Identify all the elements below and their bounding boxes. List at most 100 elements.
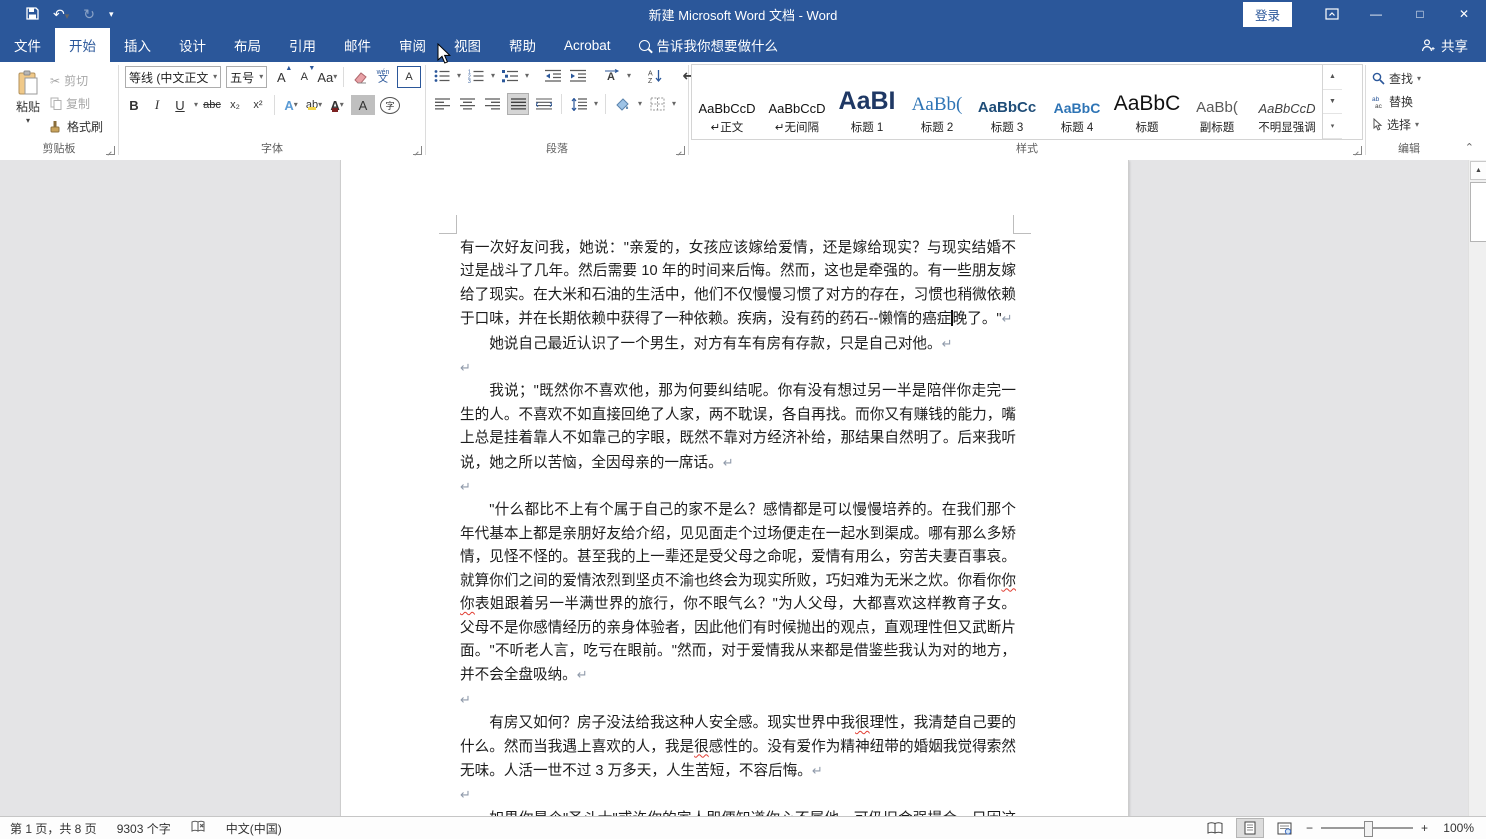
language-status[interactable]: 中文(中国) <box>216 820 292 837</box>
shading-button[interactable] <box>613 94 633 114</box>
share-label: 共享 <box>1441 35 1468 55</box>
format-painter-button[interactable]: 格式刷 <box>50 118 103 135</box>
change-case-button[interactable]: Aa▾ <box>318 67 336 87</box>
style-heading1[interactable]: AaBI标题 1 <box>832 65 902 139</box>
shrink-font-button[interactable]: A▼ <box>295 67 313 87</box>
ribbon-display-options-icon[interactable] <box>1310 0 1354 28</box>
italic-button[interactable]: I <box>148 95 166 115</box>
align-center-button[interactable] <box>457 94 477 114</box>
text-highlight-button[interactable]: ab▾ <box>305 95 323 115</box>
page-number-status[interactable]: 第 1 页，共 8 页 <box>0 820 107 837</box>
decrease-indent-button[interactable] <box>543 66 563 86</box>
distribute-button[interactable] <box>534 94 554 114</box>
share-button[interactable]: 共享 <box>1403 28 1486 62</box>
enclose-characters-button[interactable]: 字 <box>380 97 400 114</box>
numbering-button[interactable]: 123 <box>466 66 486 86</box>
align-right-button[interactable] <box>482 94 502 114</box>
styles-dialog-launcher[interactable] <box>1353 146 1362 155</box>
read-mode-button[interactable] <box>1202 819 1228 837</box>
style-title[interactable]: AaBbC标题 <box>1112 65 1182 139</box>
font-dialog-launcher[interactable] <box>413 146 422 155</box>
style-subtitle[interactable]: AaBb(副标题 <box>1182 65 1252 139</box>
tab-acrobat[interactable]: Acrobat <box>550 28 625 62</box>
scroll-up-icon[interactable]: ▲ <box>1470 161 1486 180</box>
word-count-status[interactable]: 9303 个字 <box>107 820 181 837</box>
increase-indent-button[interactable] <box>568 66 588 86</box>
tab-review[interactable]: 审阅 <box>385 28 440 62</box>
document-text: 有一次好友问我，她说："亲爱的，女孩应该嫁给爱情，还是嫁给现实？与现实结婚不过是… <box>460 237 1016 817</box>
character-border-button[interactable]: A <box>397 66 421 88</box>
style-no-spacing[interactable]: AaBbCcD↵无间隔 <box>762 65 832 139</box>
scrollbar-thumb[interactable] <box>1470 182 1486 242</box>
signin-button[interactable]: 登录 <box>1243 2 1292 27</box>
tab-mailings[interactable]: 邮件 <box>330 28 385 62</box>
paste-button[interactable]: 粘贴 ▾ <box>6 66 50 140</box>
paste-dropdown-icon[interactable]: ▾ <box>26 117 30 125</box>
bold-button[interactable]: B <box>125 95 143 115</box>
tab-insert[interactable]: 插入 <box>110 28 165 62</box>
undo-button[interactable]: ↶▾ <box>53 7 69 21</box>
font-size-combo[interactable]: 五号▾ <box>226 66 267 88</box>
character-shading-button[interactable]: A <box>351 95 375 115</box>
borders-button[interactable] <box>647 94 667 114</box>
proofing-status-icon[interactable] <box>181 820 216 836</box>
style-normal[interactable]: AaBbCcD↵正文 <box>692 65 762 139</box>
minimize-button[interactable]: — <box>1354 0 1398 28</box>
multilevel-list-button[interactable] <box>500 66 520 86</box>
zoom-slider[interactable] <box>1321 827 1413 829</box>
collapse-ribbon-icon[interactable]: ⌃ <box>1465 141 1474 154</box>
web-layout-button[interactable] <box>1272 819 1298 837</box>
sort-button[interactable]: AZ <box>645 66 665 86</box>
save-icon[interactable] <box>26 7 39 22</box>
line-spacing-button[interactable] <box>569 94 589 114</box>
style-heading2[interactable]: AaBb(标题 2 <box>902 65 972 139</box>
styles-scroll-up-icon[interactable]: ▲ <box>1323 65 1342 90</box>
style-heading3[interactable]: AaBbCc标题 3 <box>972 65 1042 139</box>
style-subtle-emphasis[interactable]: AaBbCcD不明显强调 <box>1252 65 1322 139</box>
close-button[interactable]: ✕ <box>1442 0 1486 28</box>
tab-home[interactable]: 开始 <box>55 28 110 62</box>
zoom-in-button[interactable]: + <box>1421 821 1428 835</box>
replace-button[interactable]: abac替换 <box>1372 93 1421 110</box>
align-left-button[interactable] <box>432 94 452 114</box>
grow-font-button[interactable]: A▲ <box>272 67 290 87</box>
clear-formatting-button[interactable] <box>351 67 369 87</box>
qat-customize-icon[interactable]: ▾ <box>109 10 114 19</box>
zoom-out-button[interactable]: − <box>1306 821 1313 835</box>
font-color-button[interactable]: A▾ <box>328 95 346 115</box>
font-name-combo[interactable]: 等线 (中文正文▾ <box>125 66 221 88</box>
maximize-button[interactable]: □ <box>1398 0 1442 28</box>
select-button[interactable]: 选择▾ <box>1372 116 1421 133</box>
styles-scroll-down-icon[interactable]: ▼ <box>1323 90 1342 115</box>
styles-more-icon[interactable]: ▾ <box>1323 114 1342 139</box>
vertical-scrollbar[interactable]: ▲ <box>1468 160 1486 817</box>
tab-help[interactable]: 帮助 <box>495 28 550 62</box>
tab-view[interactable]: 视图 <box>440 28 495 62</box>
superscript-button[interactable]: x² <box>249 95 267 115</box>
document-page[interactable]: 有一次好友问我，她说："亲爱的，女孩应该嫁给爱情，还是嫁给现实？与现实结婚不过是… <box>340 160 1129 817</box>
dropdown-icon[interactable]: ▾ <box>213 73 217 81</box>
tab-layout[interactable]: 布局 <box>220 28 275 62</box>
asian-layout-button[interactable]: A <box>602 66 622 86</box>
bullets-button[interactable] <box>432 66 452 86</box>
tab-design[interactable]: 设计 <box>165 28 220 62</box>
find-button[interactable]: 查找▾ <box>1372 70 1421 87</box>
paragraph-dialog-launcher[interactable] <box>676 146 685 155</box>
strikethrough-button[interactable]: abc <box>203 95 221 115</box>
phonetic-guide-button[interactable]: wén文 <box>374 67 392 87</box>
underline-button[interactable]: U <box>171 95 189 115</box>
subscript-button[interactable]: x₂ <box>226 95 244 115</box>
style-heading4[interactable]: AaBbC标题 4 <box>1042 65 1112 139</box>
text-effects-button[interactable]: A▾ <box>282 95 300 115</box>
print-layout-button[interactable] <box>1236 818 1264 838</box>
undo-dropdown-icon[interactable]: ▾ <box>65 11 70 21</box>
tell-me-search[interactable]: 告诉我你想要做什么 <box>625 28 793 62</box>
clipboard-dialog-launcher[interactable] <box>106 146 115 155</box>
tab-references[interactable]: 引用 <box>275 28 330 62</box>
tab-file[interactable]: 文件 <box>0 28 55 62</box>
underline-dropdown-icon[interactable]: ▾ <box>194 101 198 109</box>
zoom-slider-thumb[interactable] <box>1364 821 1373 837</box>
justify-button[interactable] <box>507 93 529 115</box>
zoom-level[interactable]: 100% <box>1436 821 1474 835</box>
dropdown-icon[interactable]: ▾ <box>259 73 263 81</box>
